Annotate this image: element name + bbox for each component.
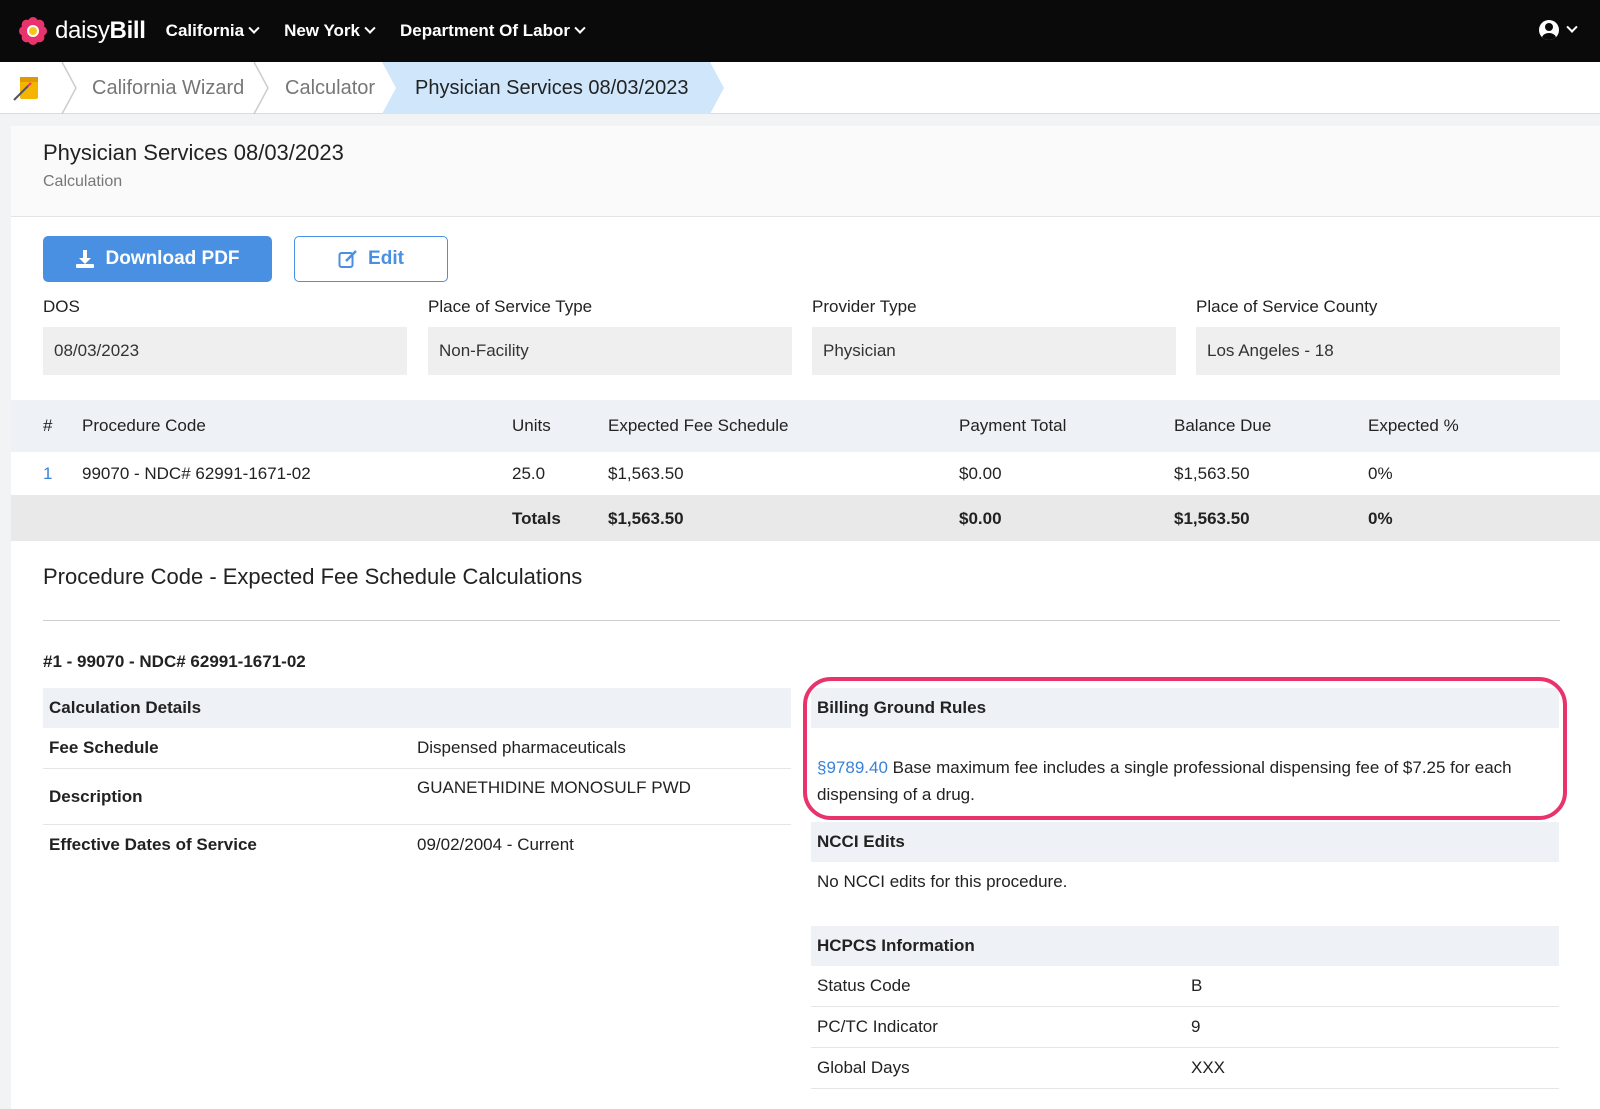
provider-type-label: Provider Type (812, 297, 917, 316)
download-icon (76, 250, 95, 268)
chevron-down-icon (248, 22, 260, 34)
column-header-payment-total: Payment Total (959, 416, 1067, 435)
row-procedure-code: 99070 - NDC# 62991-1671-02 (82, 463, 311, 483)
totals-balance: $1,563.50 (1174, 508, 1250, 528)
user-icon (1539, 20, 1559, 40)
breadcrumb-calculator[interactable]: Calculator (285, 62, 375, 114)
column-header-balance-due: Balance Due (1174, 416, 1272, 435)
row-units: 25.0 (512, 463, 546, 483)
place-of-service-county-label: Place of Service County (1196, 297, 1378, 316)
detail-row-effective-dates: Effective Dates of Service 09/02/2004 - … (43, 825, 791, 865)
edit-icon (338, 250, 357, 268)
section-divider (43, 620, 1560, 621)
brand-name: daisyBill (55, 17, 146, 44)
highlight-annotation (803, 677, 1567, 820)
procedure-table-header: # Procedure Code Units Expected Fee Sche… (11, 400, 1600, 452)
chevron-down-icon (1566, 21, 1578, 33)
nav-department-of-labor-dropdown[interactable]: Department Of Labor (400, 21, 586, 41)
hcpcs-information-header: HCPCS Information (811, 926, 1559, 966)
column-header-units: Units (512, 416, 551, 435)
hcpcs-row-global-days: Global Days XXX (811, 1048, 1559, 1089)
download-pdf-button[interactable]: Download PDF (43, 236, 272, 282)
column-header-procedure-code: Procedure Code (82, 416, 206, 435)
detail-row-fee-schedule: Fee Schedule Dispensed pharmaceuticals (43, 728, 791, 769)
nav-new-york-dropdown[interactable]: New York (284, 21, 376, 41)
column-header-number: # (43, 416, 53, 435)
row-number-link[interactable]: 1 (43, 452, 52, 495)
page-subtitle: Calculation (43, 173, 123, 190)
totals-label: Totals (512, 508, 561, 528)
card-header: Physician Services 08/03/2023 Calculatio… (11, 126, 1600, 217)
row-payment-total: $0.00 (959, 463, 1002, 483)
place-of-service-county-field: Los Angeles - 18 (1196, 327, 1560, 375)
provider-type-field: Physician (812, 327, 1176, 375)
table-row: 1 99070 - NDC# 62991-1671-02 25.0 $1,563… (11, 452, 1600, 496)
row-balance-due: $1,563.50 (1174, 463, 1250, 483)
breadcrumb-separator (61, 62, 77, 114)
totals-expected-fee: $1,563.50 (608, 508, 684, 528)
hcpcs-row-status-code: Status Code B (811, 966, 1559, 1007)
place-of-service-type-label: Place of Service Type (428, 297, 593, 316)
totals-percent: 0% (1368, 508, 1393, 528)
ncci-edits-text: No NCCI edits for this procedure. (811, 862, 1559, 903)
place-of-service-type-field: Non-Facility (428, 327, 792, 375)
nav-menu: California New York Department Of Labor (166, 21, 610, 41)
row-expected-percent: 0% (1368, 463, 1393, 483)
breadcrumb-separator (253, 62, 269, 114)
chevron-down-icon (364, 22, 376, 34)
breadcrumb-california-wizard[interactable]: California Wizard (92, 62, 244, 114)
top-navbar: daisyBill California New York Department… (0, 0, 1600, 62)
dos-label: DOS (43, 297, 80, 316)
detail-row-description: Description GUANETHIDINE MONOSULF PWD (43, 769, 791, 825)
column-header-expected-fee-schedule: Expected Fee Schedule (608, 416, 789, 435)
procedure-title: #1 - 99070 - NDC# 62991-1671-02 (43, 652, 306, 671)
table-totals-row: Totals $1,563.50 $0.00 $1,563.50 0% (11, 496, 1600, 541)
ncci-edits-header: NCCI Edits (811, 822, 1559, 862)
section-title: Procedure Code - Expected Fee Schedule C… (43, 564, 583, 589)
notepad-pencil-icon[interactable] (12, 74, 42, 102)
nav-california-dropdown[interactable]: California (166, 21, 260, 41)
brand-logo[interactable]: daisyBill (18, 0, 146, 62)
breadcrumb: California Wizard Calculator Physician S… (0, 62, 1600, 114)
calculation-details-header: Calculation Details (43, 688, 791, 728)
edit-button[interactable]: Edit (294, 236, 448, 282)
totals-payment: $0.00 (959, 508, 1002, 528)
column-header-expected-percent: Expected % (1368, 416, 1459, 435)
daisy-flower-icon (19, 17, 47, 45)
hcpcs-row-pctc-indicator: PC/TC Indicator 9 (811, 1007, 1559, 1048)
user-menu-dropdown[interactable] (1539, 20, 1578, 40)
breadcrumb-active: Physician Services 08/03/2023 (415, 77, 689, 99)
chevron-down-icon (574, 22, 586, 34)
calculation-card: Physician Services 08/03/2023 Calculatio… (11, 126, 1600, 1109)
page-title: Physician Services 08/03/2023 (43, 140, 344, 165)
dos-field: 08/03/2023 (43, 327, 407, 375)
row-expected-fee: $1,563.50 (608, 463, 684, 483)
